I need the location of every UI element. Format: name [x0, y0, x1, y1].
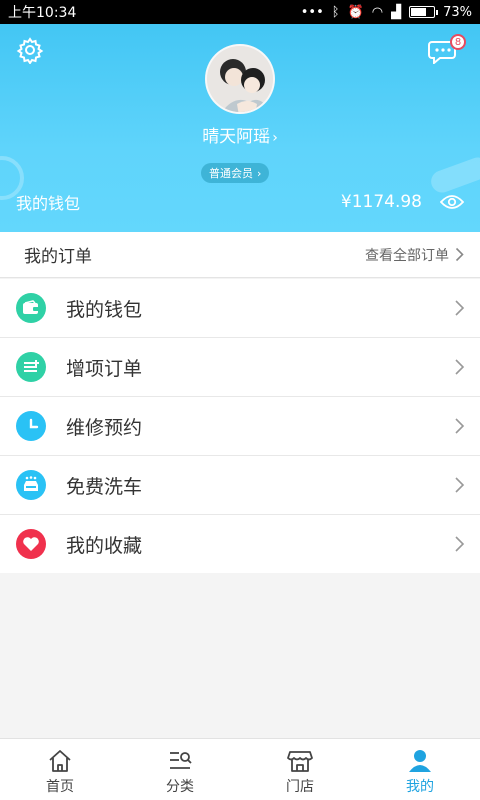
- status-time: 上午10:34: [8, 5, 77, 21]
- wallet-amount: ¥1174.98: [340, 192, 422, 212]
- menu-label: 免费洗车: [66, 475, 143, 498]
- message-count-badge: 8: [450, 34, 466, 50]
- chevron-right-icon: [455, 477, 465, 493]
- status-icons: ••• ᛒ ⏰ ◠ ▟ 73%: [301, 5, 472, 20]
- wallet-label: 我的钱包: [16, 194, 81, 213]
- menu-item-wallet[interactable]: 我的钱包: [0, 279, 480, 338]
- member-level-label: 普通会员: [209, 167, 253, 180]
- wifi-icon: ◠: [371, 4, 384, 20]
- clock-icon: [16, 411, 46, 441]
- eye-icon[interactable]: [440, 194, 464, 210]
- chevron-right-icon: ›: [272, 130, 278, 146]
- menu-item-favorites[interactable]: 我的收藏: [0, 515, 480, 573]
- chevron-right-icon: [455, 300, 465, 316]
- signal-icon: ▟: [391, 4, 402, 20]
- category-icon: [170, 752, 192, 769]
- tab-store[interactable]: 门店: [240, 739, 360, 800]
- avatar[interactable]: [205, 44, 275, 114]
- chevron-right-icon: [455, 359, 465, 375]
- store-icon: [287, 751, 313, 772]
- list-add-icon: [16, 352, 46, 382]
- tab-label: 我的: [406, 779, 434, 795]
- battery-fill: [411, 8, 427, 16]
- home-icon: [49, 750, 71, 772]
- username[interactable]: 晴天阿瑶 ›: [0, 122, 480, 147]
- menu-item-repair-booking[interactable]: 维修预约: [0, 397, 480, 456]
- more-dots-icon: •••: [300, 4, 324, 20]
- profile-header: 8 晴天阿瑶 › 普通会员 › 我的钱包 ¥1174.98: [0, 24, 480, 232]
- tab-label: 门店: [286, 779, 314, 795]
- username-label: 晴天阿瑶: [202, 127, 271, 147]
- alarm-icon: ⏰: [347, 4, 364, 20]
- avatar-image: [207, 46, 273, 112]
- messages-button[interactable]: 8: [428, 34, 466, 64]
- bluetooth-icon: ᛒ: [331, 4, 340, 20]
- menu-label: 我的钱包: [66, 298, 143, 321]
- view-all-orders-link[interactable]: 查看全部订单: [365, 245, 464, 265]
- bottom-tab-bar: 首页 分类 门店 我的: [0, 738, 480, 800]
- chevron-right-icon: [455, 418, 465, 434]
- battery-icon: [409, 6, 439, 18]
- car-wash-icon: [16, 470, 46, 500]
- wallet-summary: 我的钱包 ¥1174.98: [16, 190, 464, 214]
- menu-list: 我的钱包 增项订单 维修预约 免费洗车 我的收藏: [0, 279, 480, 573]
- tab-label: 首页: [46, 779, 74, 795]
- tab-label: 分类: [166, 779, 194, 795]
- status-bar: 上午10:34 ••• ᛒ ⏰ ◠ ▟ 73%: [0, 0, 480, 24]
- profile-icon: [409, 750, 431, 772]
- settings-button[interactable]: [16, 36, 44, 65]
- member-level-badge[interactable]: 普通会员 ›: [201, 163, 270, 183]
- gear-icon: [16, 37, 44, 65]
- chevron-right-icon: ›: [257, 166, 262, 180]
- chevron-right-icon: [455, 247, 464, 262]
- menu-label: 我的收藏: [66, 534, 143, 557]
- menu-label: 维修预约: [66, 416, 143, 439]
- battery-percent: 73%: [443, 4, 472, 20]
- menu-item-addon-orders[interactable]: 增项订单: [0, 338, 480, 397]
- view-all-orders-label: 查看全部订单: [365, 247, 449, 264]
- tab-home[interactable]: 首页: [0, 739, 120, 800]
- menu-label: 增项订单: [66, 357, 143, 380]
- chevron-right-icon: [455, 536, 465, 552]
- tab-profile[interactable]: 我的: [360, 739, 480, 800]
- wallet-icon: [16, 293, 46, 323]
- tab-category[interactable]: 分类: [120, 739, 240, 800]
- orders-title: 我的订单: [24, 247, 92, 267]
- heart-icon: [16, 529, 46, 559]
- orders-header: 我的订单 查看全部订单: [0, 232, 480, 278]
- menu-item-free-car-wash[interactable]: 免费洗车: [0, 456, 480, 515]
